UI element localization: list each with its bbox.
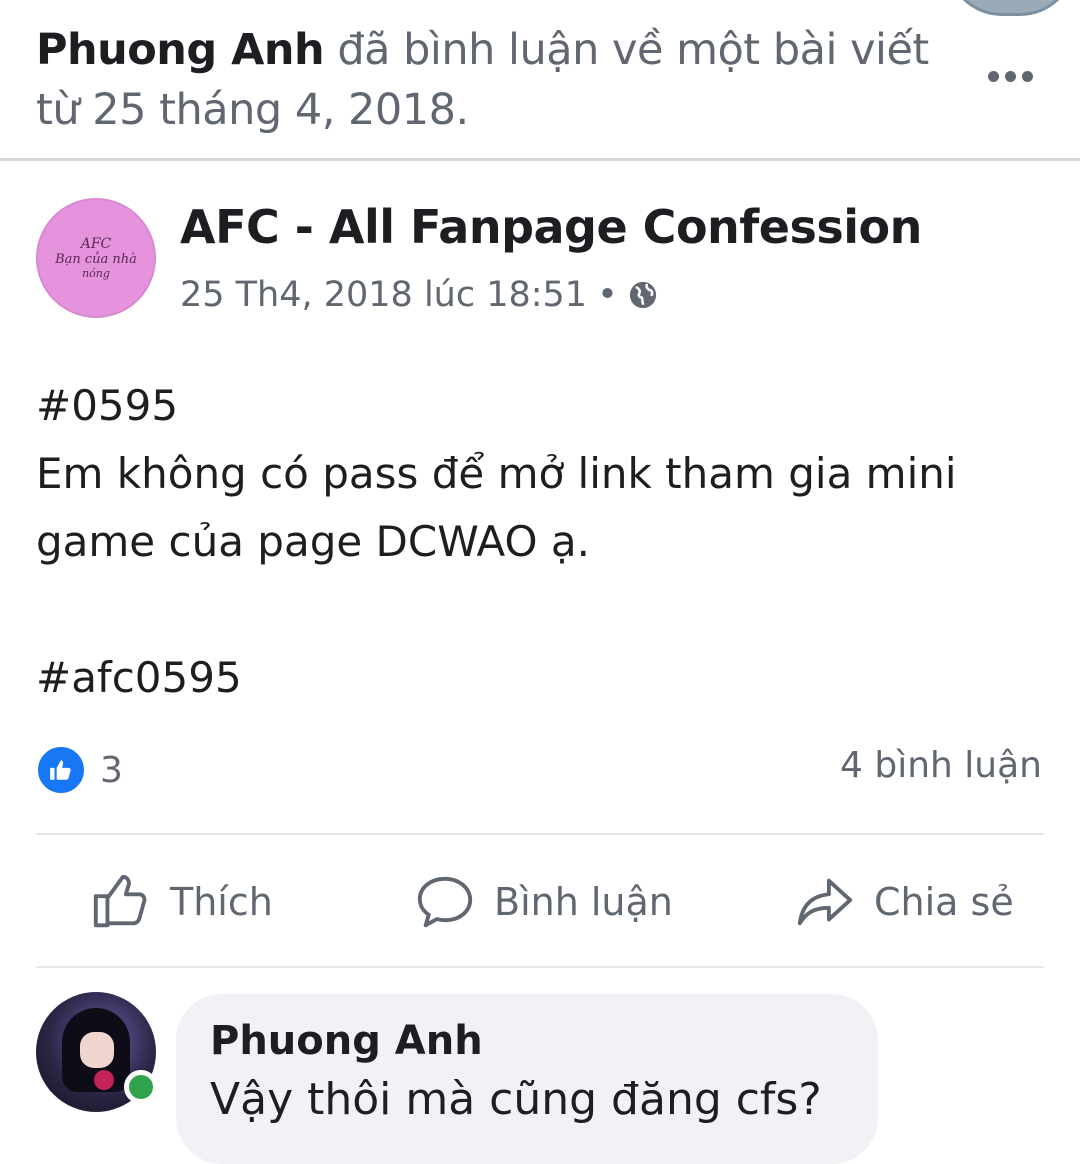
like-label: Thích [170,880,273,924]
reactions-summary[interactable]: 3 [36,745,123,795]
comment-label: Bình luận [494,880,673,924]
comment-bubble[interactable]: Phuong Anh Vậy thôi mà cũng đăng cfs? [176,994,878,1164]
profile-corner-avatar[interactable] [946,0,1076,16]
post-body: #0595 Em không có pass để mở link tham g… [36,372,1036,712]
more-options-icon[interactable] [988,66,1038,86]
post-actions: Thích Bình luận Chia sẻ [0,860,1080,944]
post-timestamp[interactable]: 25 Th4, 2018 lúc 18:51 [180,275,587,315]
meta-separator: • [597,275,618,315]
comment-count[interactable]: 4 bình luận [840,745,1042,786]
reaction-count: 3 [100,749,123,791]
like-reaction-icon [36,745,86,795]
avatar-face [80,1032,114,1068]
avatar-accent [94,1070,114,1090]
online-status-dot [124,1070,158,1104]
share-label: Chia sẻ [874,880,1014,924]
hashtag-link[interactable]: #afc0595 [36,644,1036,712]
divider [36,966,1044,968]
divider [0,158,1080,161]
globe-icon [629,281,656,309]
avatar-text-1: AFC [80,236,112,252]
activity-actor[interactable]: Phuong Anh [36,25,325,75]
comment-text: Vậy thôi mà cũng đăng cfs? [210,1074,822,1125]
page-name[interactable]: AFC - All Fanpage Confession [180,200,922,254]
post-text-line: Em không có pass để mở link tham gia min… [36,449,957,498]
page-avatar[interactable]: AFC Bạn của nhà nóng [36,198,156,318]
share-button[interactable]: Chia sẻ [794,860,1014,944]
post-text-line: game của page DCWAO ạ. [36,517,590,566]
comment-button[interactable]: Bình luận [414,860,673,944]
avatar-text-3: nóng [82,267,110,280]
comment-author[interactable]: Phuong Anh [210,1018,483,1064]
post-meta: 25 Th4, 2018 lúc 18:51 • [180,275,658,315]
thumbs-up-icon [93,874,147,928]
comment-bubble-icon [417,876,473,928]
hashtag-link[interactable]: #0595 [36,372,1036,440]
divider [36,833,1044,835]
avatar-text-2: Bạn của nhà [55,252,137,267]
activity-header: Phuong Anh đã bình luận về một bài viết … [36,20,966,140]
like-button[interactable]: Thích [90,860,273,944]
share-arrow-icon [797,878,853,926]
